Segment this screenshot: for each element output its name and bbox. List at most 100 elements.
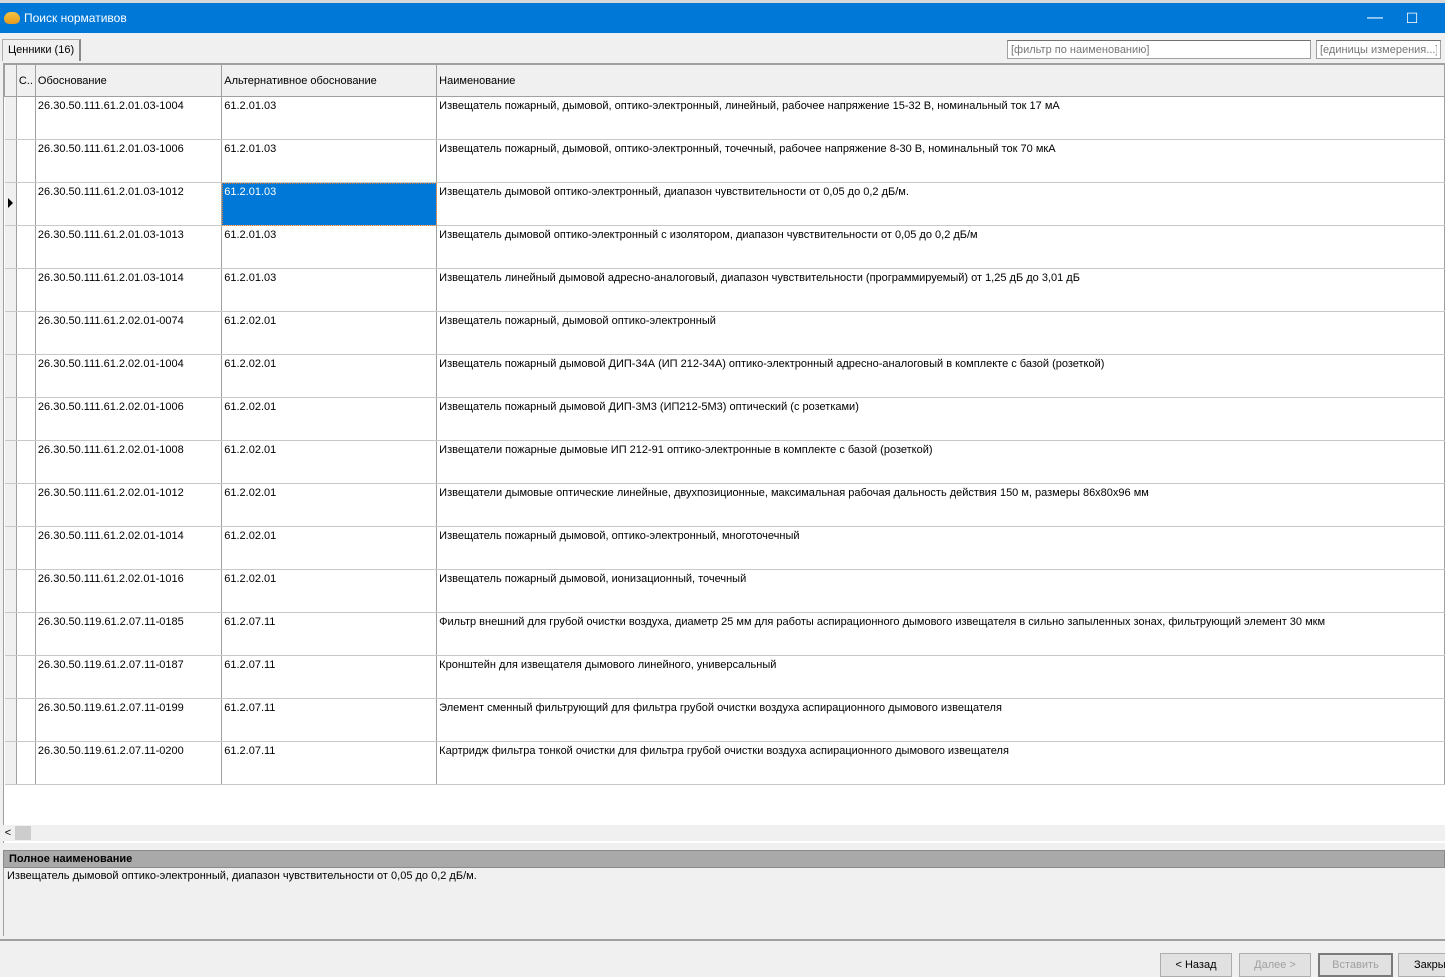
row-indicator[interactable] — [4, 483, 17, 527]
row-indicator[interactable] — [4, 698, 17, 742]
cell-c[interactable] — [16, 569, 36, 613]
insert-button[interactable]: Вставить — [1318, 953, 1393, 977]
cell-alt-basis[interactable]: 61.2.02.01 — [221, 569, 438, 613]
row-indicator[interactable] — [4, 569, 17, 613]
table-row[interactable]: 26.30.50.119.61.2.07.11-0199 61.2.07.11 … — [4, 698, 1445, 742]
cell-c[interactable] — [16, 655, 36, 699]
cell-c[interactable] — [16, 268, 36, 312]
cell-basis[interactable]: 26.30.50.111.61.2.02.01-1014 — [35, 526, 223, 570]
cell-basis[interactable]: 26.30.50.111.61.2.02.01-1006 — [35, 397, 223, 441]
cell-c[interactable] — [16, 354, 36, 398]
cell-basis[interactable]: 26.30.50.111.61.2.01.03-1013 — [35, 225, 223, 269]
cell-basis[interactable]: 26.30.50.111.61.2.02.01-0074 — [35, 311, 223, 355]
cell-basis[interactable]: 26.30.50.111.61.2.01.03-1004 — [35, 96, 223, 140]
row-indicator[interactable] — [4, 225, 17, 269]
row-indicator[interactable] — [4, 526, 17, 570]
cell-name[interactable]: Картридж фильтра тонкой очистки для филь… — [436, 741, 1445, 785]
cell-alt-basis[interactable]: 61.2.07.11 — [221, 655, 438, 699]
table-row[interactable]: 26.30.50.111.61.2.01.03-1013 61.2.01.03 … — [4, 225, 1445, 269]
cell-alt-basis[interactable]: 61.2.01.03 — [221, 96, 438, 140]
cell-basis[interactable]: 26.30.50.111.61.2.01.03-1014 — [35, 268, 223, 312]
cell-name[interactable]: Фильтр внешний для грубой очистки воздух… — [436, 612, 1445, 656]
next-button[interactable]: Далее > — [1239, 953, 1311, 977]
cell-alt-basis[interactable]: 61.2.07.11 — [221, 612, 438, 656]
maximize-button[interactable]: ☐ — [1389, 3, 1435, 33]
cell-basis[interactable]: 26.30.50.119.61.2.07.11-0187 — [35, 655, 223, 699]
cell-basis[interactable]: 26.30.50.111.61.2.02.01-1004 — [35, 354, 223, 398]
cell-alt-basis[interactable]: 61.2.02.01 — [221, 440, 438, 484]
cell-alt-basis[interactable]: 61.2.01.03 — [221, 268, 438, 312]
cell-c[interactable] — [16, 96, 36, 140]
back-button[interactable]: < Назад — [1160, 953, 1232, 977]
row-indicator[interactable] — [4, 354, 17, 398]
cell-basis[interactable]: 26.30.50.119.61.2.07.11-0199 — [35, 698, 223, 742]
column-header-alt-basis[interactable]: Альтернативное обоснование — [221, 64, 438, 97]
units-filter-input[interactable] — [1316, 40, 1441, 59]
table-row[interactable]: 26.30.50.111.61.2.01.03-1004 61.2.01.03 … — [4, 96, 1445, 140]
cell-alt-basis[interactable]: 61.2.01.03 — [221, 139, 438, 183]
close-button[interactable]: Закрыть — [1398, 953, 1445, 977]
cell-basis[interactable]: 26.30.50.119.61.2.07.11-0200 — [35, 741, 223, 785]
cell-alt-basis[interactable]: 61.2.07.11 — [221, 741, 438, 785]
horizontal-scrollbar[interactable]: < — [3, 825, 1445, 841]
cell-basis[interactable]: 26.30.50.111.61.2.01.03-1012 — [35, 182, 223, 226]
table-row[interactable]: 26.30.50.111.61.2.02.01-1004 61.2.02.01 … — [4, 354, 1445, 398]
row-indicator[interactable] — [4, 741, 17, 785]
cell-alt-basis[interactable]: 61.2.02.01 — [221, 483, 438, 527]
column-header-c[interactable]: С.. — [15, 64, 36, 97]
row-indicator[interactable] — [4, 655, 17, 699]
row-indicator[interactable] — [4, 182, 17, 226]
table-row[interactable]: 26.30.50.119.61.2.07.11-0200 61.2.07.11 … — [4, 741, 1445, 785]
scroll-left-icon[interactable]: < — [3, 827, 13, 839]
cell-name[interactable]: Извещатель пожарный дымовой, оптико-элек… — [436, 526, 1445, 570]
table-row[interactable]: 26.30.50.111.61.2.02.01-1006 61.2.02.01 … — [4, 397, 1445, 441]
cell-name[interactable]: Извещатель пожарный дымовой ДИП-34А (ИП … — [436, 354, 1445, 398]
cell-basis[interactable]: 26.30.50.119.61.2.07.11-0185 — [35, 612, 223, 656]
cell-alt-basis[interactable]: 61.2.01.03 — [221, 182, 438, 226]
cell-c[interactable] — [16, 139, 36, 183]
cell-name[interactable]: Извещатель дымовой оптико-электронный с … — [436, 225, 1445, 269]
table-row[interactable]: 26.30.50.111.61.2.02.01-1014 61.2.02.01 … — [4, 526, 1445, 570]
row-indicator[interactable] — [4, 268, 17, 312]
cell-name[interactable]: Извещатель пожарный, дымовой, оптико-эле… — [436, 139, 1445, 183]
cell-alt-basis[interactable]: 61.2.07.11 — [221, 698, 438, 742]
tab-price-lists[interactable]: Ценники (16) — [2, 39, 82, 61]
table-row[interactable]: 26.30.50.111.61.2.02.01-1016 61.2.02.01 … — [4, 569, 1445, 613]
row-indicator[interactable] — [4, 440, 17, 484]
cell-name[interactable]: Извещатель пожарный дымовой, ионизационн… — [436, 569, 1445, 613]
cell-alt-basis[interactable]: 61.2.02.01 — [221, 311, 438, 355]
cell-c[interactable] — [16, 225, 36, 269]
cell-c[interactable] — [16, 397, 36, 441]
cell-basis[interactable]: 26.30.50.111.61.2.02.01-1008 — [35, 440, 223, 484]
cell-name[interactable]: Извещатель линейный дымовой адресно-анал… — [436, 268, 1445, 312]
row-indicator[interactable] — [4, 612, 17, 656]
row-indicator[interactable] — [4, 311, 17, 355]
table-row[interactable]: 26.30.50.111.61.2.01.03-1006 61.2.01.03 … — [4, 139, 1445, 183]
cell-alt-basis[interactable]: 61.2.01.03 — [221, 225, 438, 269]
cell-basis[interactable]: 26.30.50.111.61.2.02.01-1012 — [35, 483, 223, 527]
cell-c[interactable] — [16, 483, 36, 527]
cell-c[interactable] — [16, 182, 36, 226]
name-filter-input[interactable] — [1007, 40, 1311, 59]
table-row[interactable]: 26.30.50.111.61.2.02.01-1012 61.2.02.01 … — [4, 483, 1445, 527]
cell-alt-basis[interactable]: 61.2.02.01 — [221, 354, 438, 398]
cell-c[interactable] — [16, 526, 36, 570]
cell-alt-basis[interactable]: 61.2.02.01 — [221, 526, 438, 570]
cell-name[interactable]: Элемент сменный фильтрующий для фильтра … — [436, 698, 1445, 742]
cell-name[interactable]: Извещатели дымовые оптические линейные, … — [436, 483, 1445, 527]
column-header-name[interactable]: Наименование — [436, 64, 1445, 97]
cell-c[interactable] — [16, 311, 36, 355]
cell-name[interactable]: Извещатель пожарный, дымовой оптико-элек… — [436, 311, 1445, 355]
table-row[interactable]: 26.30.50.111.61.2.02.01-0074 61.2.02.01 … — [4, 311, 1445, 355]
cell-c[interactable] — [16, 741, 36, 785]
row-indicator[interactable] — [4, 139, 17, 183]
column-header-basis[interactable]: Обоснование — [34, 64, 223, 97]
row-indicator[interactable] — [4, 96, 17, 140]
table-row[interactable]: 26.30.50.119.61.2.07.11-0187 61.2.07.11 … — [4, 655, 1445, 699]
table-row[interactable]: 26.30.50.111.61.2.01.03-1012 61.2.01.03 … — [4, 182, 1445, 226]
cell-name[interactable]: Извещатели пожарные дымовые ИП 212-91 оп… — [436, 440, 1445, 484]
table-row[interactable]: 26.30.50.111.61.2.01.03-1014 61.2.01.03 … — [4, 268, 1445, 312]
cell-name[interactable]: Извещатель пожарный, дымовой, оптико-эле… — [436, 96, 1445, 140]
cell-name[interactable]: Извещатель пожарный дымовой ДИП-3М3 (ИП2… — [436, 397, 1445, 441]
cell-name[interactable]: Кронштейн для извещателя дымового линейн… — [436, 655, 1445, 699]
